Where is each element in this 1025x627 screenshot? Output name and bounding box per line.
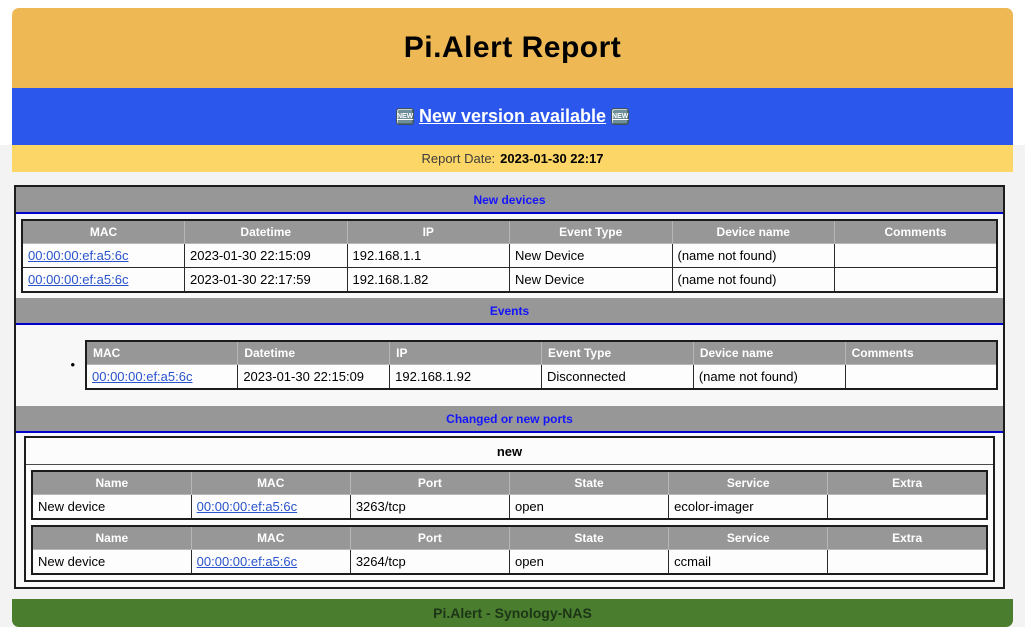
cell-ip: 192.168.1.82 (347, 268, 510, 293)
section-title: New devices (473, 193, 545, 207)
cell-mac: 00:00:00:ef:a5:6c (22, 244, 185, 268)
events-table: MAC Datetime IP Event Type Device name C… (85, 340, 998, 390)
column-header-state: State (509, 526, 668, 550)
cell-port: 3264/tcp (350, 550, 509, 575)
column-header-service: Service (669, 471, 828, 495)
mac-link[interactable]: 00:00:00:ef:a5:6c (28, 272, 128, 287)
header-area: Pi.Alert Report NEW New version availabl… (0, 0, 1025, 145)
section-title: Changed or new ports (446, 412, 573, 426)
list-bullet: • (16, 357, 85, 372)
cell-event-type: New Device (510, 244, 673, 268)
new-badge-icon: NEW (611, 108, 629, 125)
column-header-datetime: Datetime (238, 341, 390, 365)
column-header-device-name: Device name (672, 220, 835, 244)
ports-table-2: Name MAC Port State Service Extra New de… (31, 525, 988, 575)
cell-event-type: New Device (510, 268, 673, 293)
section-header-ports: Changed or new ports (16, 406, 1003, 433)
cell-comments (835, 268, 998, 293)
new-badge-icon: NEW (396, 108, 414, 125)
report-body: New devices MAC Datetime IP Event Type D… (14, 185, 1005, 589)
cell-extra (828, 550, 987, 575)
column-header-port: Port (350, 471, 509, 495)
mac-link[interactable]: 00:00:00:ef:a5:6c (197, 554, 297, 569)
column-header-name: Name (32, 471, 191, 495)
mac-link[interactable]: 00:00:00:ef:a5:6c (28, 248, 128, 263)
cell-device-name: (name not found) (672, 268, 835, 293)
cell-datetime: 2023-01-30 22:15:09 (238, 365, 390, 390)
cell-state: open (509, 495, 668, 520)
column-header-event-type: Event Type (510, 220, 673, 244)
ports-group-title: new (26, 438, 993, 465)
events-list-item: • MAC Datetime IP Event Type Device name… (16, 325, 1003, 406)
column-header-comments: Comments (835, 220, 998, 244)
column-header-device-name: Device name (693, 341, 845, 365)
cell-extra (828, 495, 987, 520)
cell-name: New device (32, 495, 191, 520)
column-header-event-type: Event Type (541, 341, 693, 365)
report-title-band: Pi.Alert Report (12, 8, 1013, 88)
cell-device-name: (name not found) (672, 244, 835, 268)
column-header-mac: MAC (191, 471, 350, 495)
table-row: 00:00:00:ef:a5:6c 2023-01-30 22:17:59 19… (22, 268, 997, 293)
table-header-row: Name MAC Port State Service Extra (32, 471, 987, 495)
report-date-label: Report Date: (421, 151, 495, 166)
section-header-events: Events (16, 298, 1003, 325)
section-title: Events (490, 304, 529, 318)
footer-text: Pi.Alert - Synology-NAS (433, 605, 592, 621)
table-row: 00:00:00:ef:a5:6c 2023-01-30 22:15:09 19… (22, 244, 997, 268)
cell-ip: 192.168.1.1 (347, 244, 510, 268)
ports-group-box: new Name MAC Port State Service Extra Ne… (24, 436, 995, 582)
new-version-label: New version available (419, 106, 606, 127)
cell-mac: 00:00:00:ef:a5:6c (86, 365, 238, 390)
cell-event-type: Disconnected (541, 365, 693, 390)
report-date-bar: Report Date: 2023-01-30 22:17 (12, 145, 1013, 172)
cell-service: ecolor-imager (669, 495, 828, 520)
column-header-ip: IP (347, 220, 510, 244)
cell-name: New device (32, 550, 191, 575)
column-header-mac: MAC (86, 341, 238, 365)
column-header-service: Service (669, 526, 828, 550)
section-header-new-devices: New devices (16, 187, 1003, 214)
cell-device-name: (name not found) (693, 365, 845, 390)
cell-state: open (509, 550, 668, 575)
mac-link[interactable]: 00:00:00:ef:a5:6c (197, 499, 297, 514)
cell-ip: 192.168.1.92 (390, 365, 542, 390)
mac-link[interactable]: 00:00:00:ef:a5:6c (92, 369, 192, 384)
column-header-mac: MAC (191, 526, 350, 550)
page: Pi.Alert Report NEW New version availabl… (0, 0, 1025, 627)
new-version-link[interactable]: NEW New version available NEW (396, 106, 629, 127)
new-version-banner: NEW New version available NEW (12, 88, 1013, 145)
cell-mac: 00:00:00:ef:a5:6c (191, 495, 350, 520)
cell-comments (845, 365, 997, 390)
column-header-mac: MAC (22, 220, 185, 244)
column-header-ip: IP (390, 341, 542, 365)
column-header-name: Name (32, 526, 191, 550)
column-header-port: Port (350, 526, 509, 550)
table-row: New device 00:00:00:ef:a5:6c 3263/tcp op… (32, 495, 987, 520)
ports-table-1: Name MAC Port State Service Extra New de… (31, 470, 988, 520)
column-header-datetime: Datetime (185, 220, 348, 244)
cell-comments (835, 244, 998, 268)
column-header-comments: Comments (845, 341, 997, 365)
column-header-extra: Extra (828, 526, 987, 550)
cell-datetime: 2023-01-30 22:15:09 (185, 244, 348, 268)
cell-mac: 00:00:00:ef:a5:6c (191, 550, 350, 575)
report-date-value: 2023-01-30 22:17 (500, 151, 603, 166)
table-header-row: MAC Datetime IP Event Type Device name C… (22, 220, 997, 244)
column-header-state: State (509, 471, 668, 495)
page-title: Pi.Alert Report (404, 31, 622, 65)
table-header-row: Name MAC Port State Service Extra (32, 526, 987, 550)
new-devices-table: MAC Datetime IP Event Type Device name C… (21, 219, 998, 293)
table-row: 00:00:00:ef:a5:6c 2023-01-30 22:15:09 19… (86, 365, 997, 390)
cell-mac: 00:00:00:ef:a5:6c (22, 268, 185, 293)
cell-datetime: 2023-01-30 22:17:59 (185, 268, 348, 293)
cell-service: ccmail (669, 550, 828, 575)
table-header-row: MAC Datetime IP Event Type Device name C… (86, 341, 997, 365)
table-row: New device 00:00:00:ef:a5:6c 3264/tcp op… (32, 550, 987, 575)
cell-port: 3263/tcp (350, 495, 509, 520)
column-header-extra: Extra (828, 471, 987, 495)
footer-bar: Pi.Alert - Synology-NAS (12, 599, 1013, 627)
